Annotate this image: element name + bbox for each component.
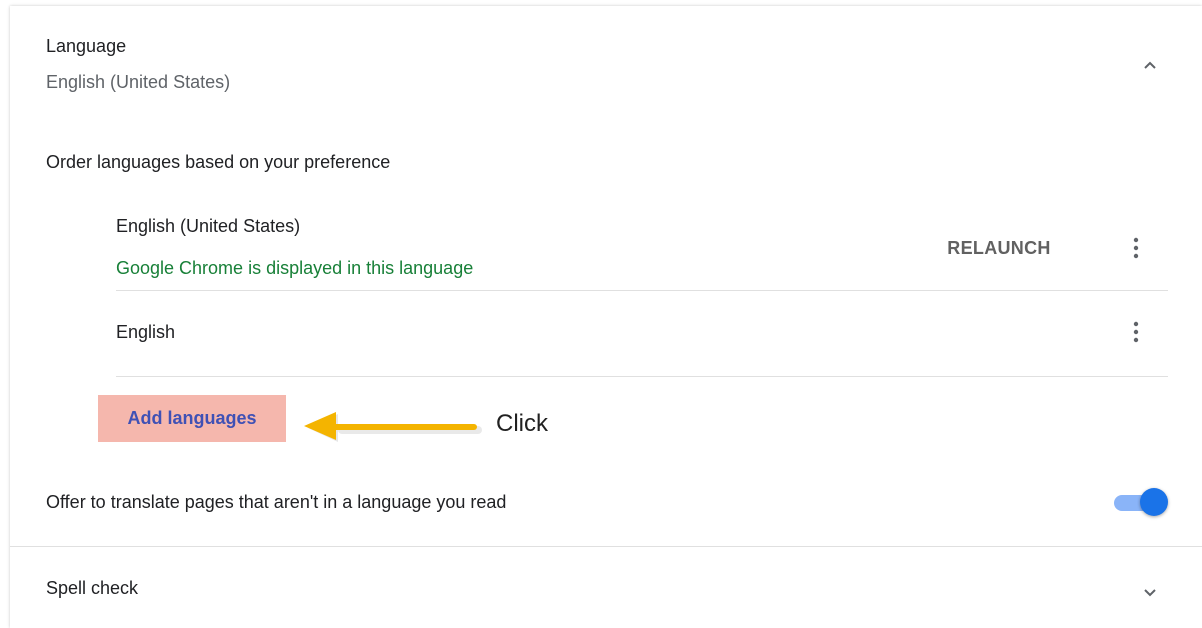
language-section-title[interactable]: Language	[46, 36, 126, 57]
toggle-knob	[1140, 488, 1168, 516]
translate-toggle[interactable]	[1114, 488, 1168, 518]
current-language: English (United States)	[46, 72, 231, 92]
chevron-up-icon[interactable]	[1138, 54, 1162, 78]
chevron-down-icon[interactable]	[1138, 580, 1162, 604]
spell-check-title[interactable]: Spell check	[46, 578, 138, 599]
section-divider	[10, 546, 1202, 547]
more-vert-icon[interactable]	[1124, 318, 1148, 346]
language-row-english-us: English (United States)	[116, 216, 301, 236]
more-vert-icon[interactable]	[1124, 234, 1148, 262]
language-settings-card: Language English (United States) Order l…	[10, 6, 1202, 628]
order-languages-label: Order languages based on your preference	[46, 152, 391, 172]
add-languages-button[interactable]: Add languages	[98, 395, 286, 442]
row-divider	[116, 290, 1168, 291]
arrow-left-icon	[304, 412, 482, 442]
click-annotation: Click	[496, 410, 548, 437]
settings-page: Language English (United States) Order l…	[0, 0, 1202, 628]
translate-offer-label: Offer to translate pages that aren't in …	[46, 492, 507, 512]
relaunch-button[interactable]: RELAUNCH	[924, 234, 1074, 262]
display-language-note: Google Chrome is displayed in this langu…	[116, 258, 474, 278]
language-row-english: English	[116, 322, 176, 342]
row-divider	[116, 376, 1168, 377]
